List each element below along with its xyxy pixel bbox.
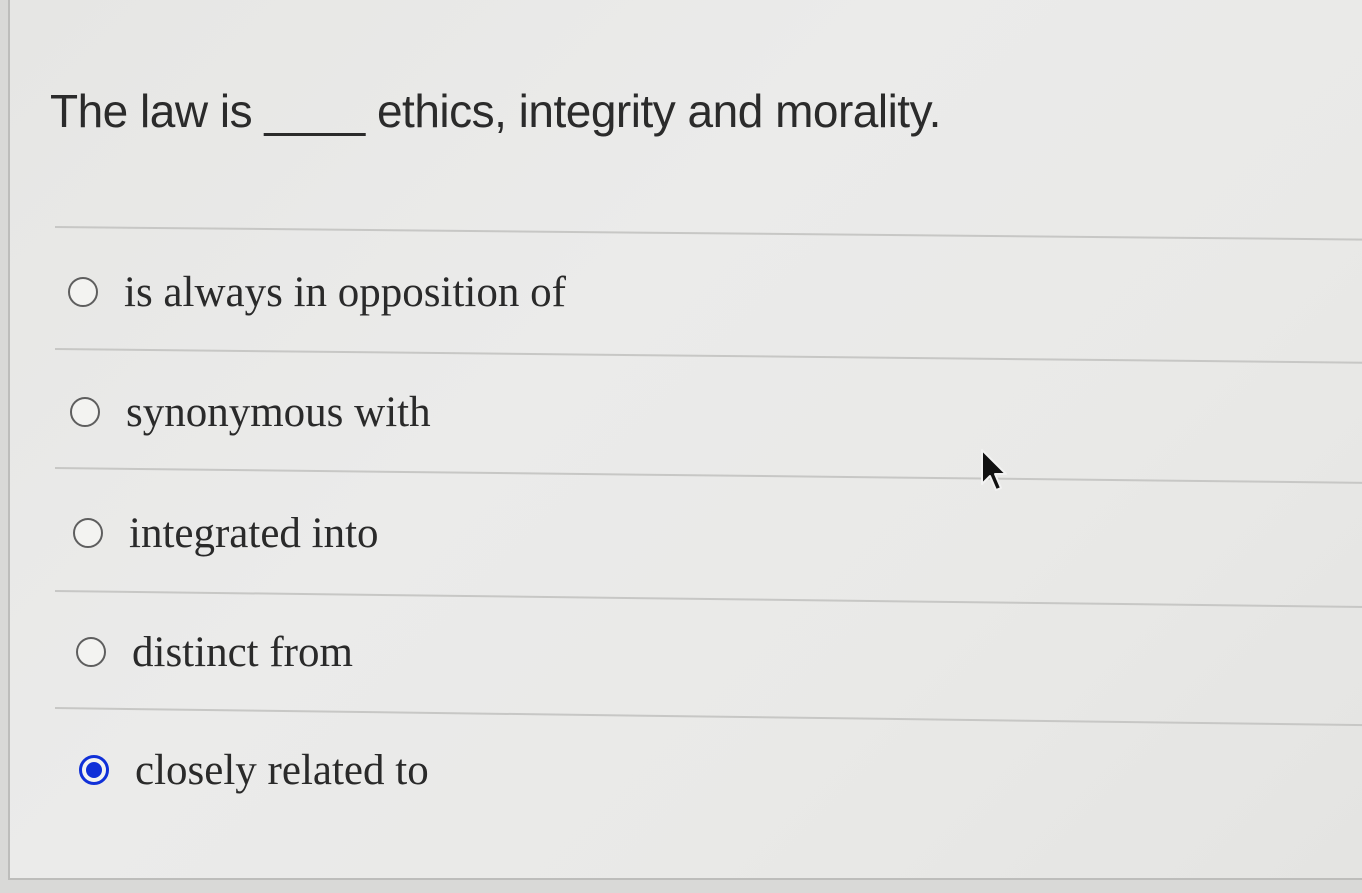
option-always-opposition[interactable]: is always in opposition of	[68, 262, 566, 322]
divider	[54, 226, 1362, 241]
radio-button[interactable]	[73, 518, 103, 548]
divider	[54, 590, 1362, 609]
radio-button[interactable]	[70, 397, 100, 427]
option-label: is always in opposition of	[124, 268, 566, 316]
question-card: The law is ____ ethics, integrity and mo…	[8, 0, 1362, 880]
option-label: synonymous with	[126, 388, 431, 436]
option-integrated-into[interactable]: integrated into	[73, 503, 379, 563]
radio-button[interactable]	[76, 637, 106, 667]
option-closely-related-to[interactable]: closely related to	[79, 740, 429, 800]
divider	[54, 707, 1362, 727]
option-label: integrated into	[129, 509, 379, 557]
option-synonymous-with[interactable]: synonymous with	[70, 382, 431, 442]
divider	[54, 467, 1362, 484]
mouse-pointer-icon	[981, 449, 1007, 491]
divider	[54, 348, 1362, 364]
option-label: distinct from	[132, 628, 353, 676]
option-distinct-from[interactable]: distinct from	[76, 622, 353, 682]
option-label: closely related to	[135, 746, 429, 794]
radio-button-selected[interactable]	[79, 755, 109, 785]
question-text: The law is ____ ethics, integrity and mo…	[50, 85, 941, 137]
radio-button[interactable]	[68, 277, 98, 307]
